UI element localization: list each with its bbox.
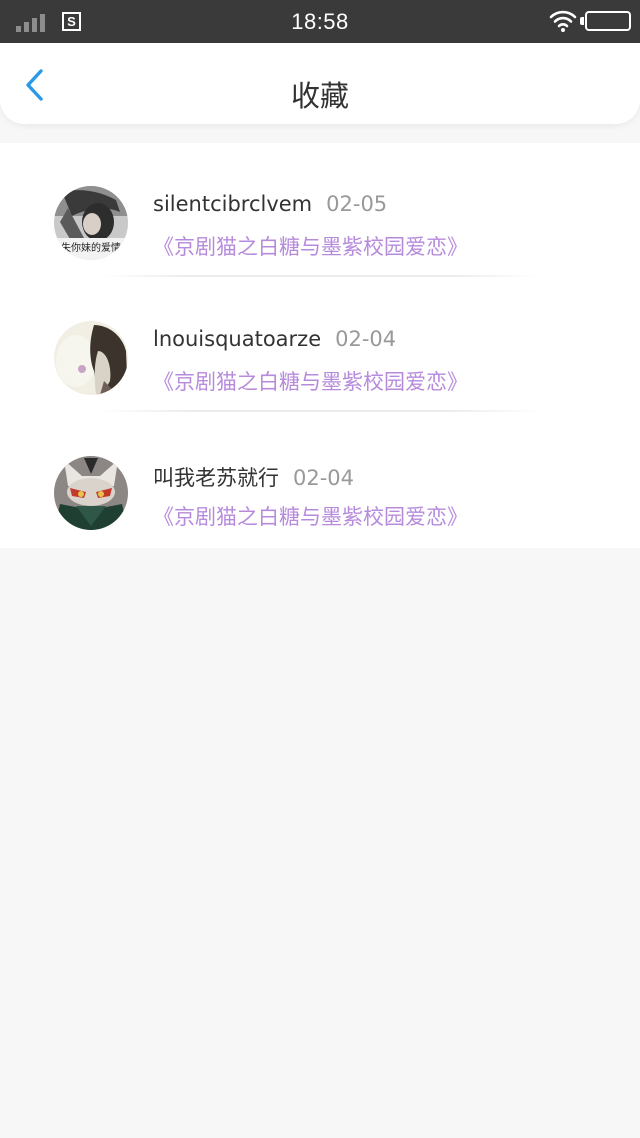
list-item[interactable]: 失你妹的爱情 silentcibrclvem 02-05 《京剧猫之白糖与墨紫校园… bbox=[0, 143, 640, 278]
item-date: 02-04 bbox=[293, 466, 355, 490]
username[interactable]: 叫我老苏就行 bbox=[153, 466, 279, 490]
avatar-image bbox=[54, 321, 128, 395]
username[interactable]: lnouisquatoarze bbox=[153, 327, 321, 351]
username[interactable]: silentcibrclvem bbox=[153, 192, 312, 216]
avatar-image bbox=[54, 456, 128, 530]
divider bbox=[100, 410, 540, 412]
item-header: 叫我老苏就行 02-04 bbox=[153, 462, 354, 492]
work-title-link[interactable]: 《京剧猫之白糖与墨紫校园爱恋》 bbox=[153, 231, 468, 261]
avatar[interactable] bbox=[54, 321, 128, 395]
status-bar: S 18:58 bbox=[0, 0, 640, 43]
wifi-icon bbox=[549, 10, 577, 32]
avatar[interactable] bbox=[54, 456, 128, 530]
page-title: 收藏 bbox=[290, 79, 349, 113]
status-time: 18:58 bbox=[291, 9, 349, 34]
top-nav: 收藏 bbox=[0, 43, 640, 124]
item-date: 02-05 bbox=[326, 192, 388, 216]
item-header: lnouisquatoarze 02-04 bbox=[153, 327, 396, 351]
work-title-link[interactable]: 《京剧猫之白糖与墨紫校园爱恋》 bbox=[153, 366, 468, 396]
favorites-list: 失你妹的爱情 silentcibrclvem 02-05 《京剧猫之白糖与墨紫校园… bbox=[0, 143, 640, 548]
work-title-link[interactable]: 《京剧猫之白糖与墨紫校园爱恋》 bbox=[153, 501, 468, 531]
divider bbox=[100, 275, 540, 277]
avatar-caption: 失你妹的爱情 bbox=[61, 241, 121, 254]
list-item[interactable]: lnouisquatoarze 02-04 《京剧猫之白糖与墨紫校园爱恋》 bbox=[0, 278, 640, 413]
avatar[interactable]: 失你妹的爱情 bbox=[54, 186, 128, 260]
item-date: 02-04 bbox=[335, 327, 397, 351]
battery-icon bbox=[580, 11, 631, 31]
avatar-image: 失你妹的爱情 bbox=[54, 186, 128, 260]
item-header: silentcibrclvem 02-05 bbox=[153, 192, 387, 216]
list-item[interactable]: 叫我老苏就行 02-04 《京剧猫之白糖与墨紫校园爱恋》 bbox=[0, 413, 640, 548]
